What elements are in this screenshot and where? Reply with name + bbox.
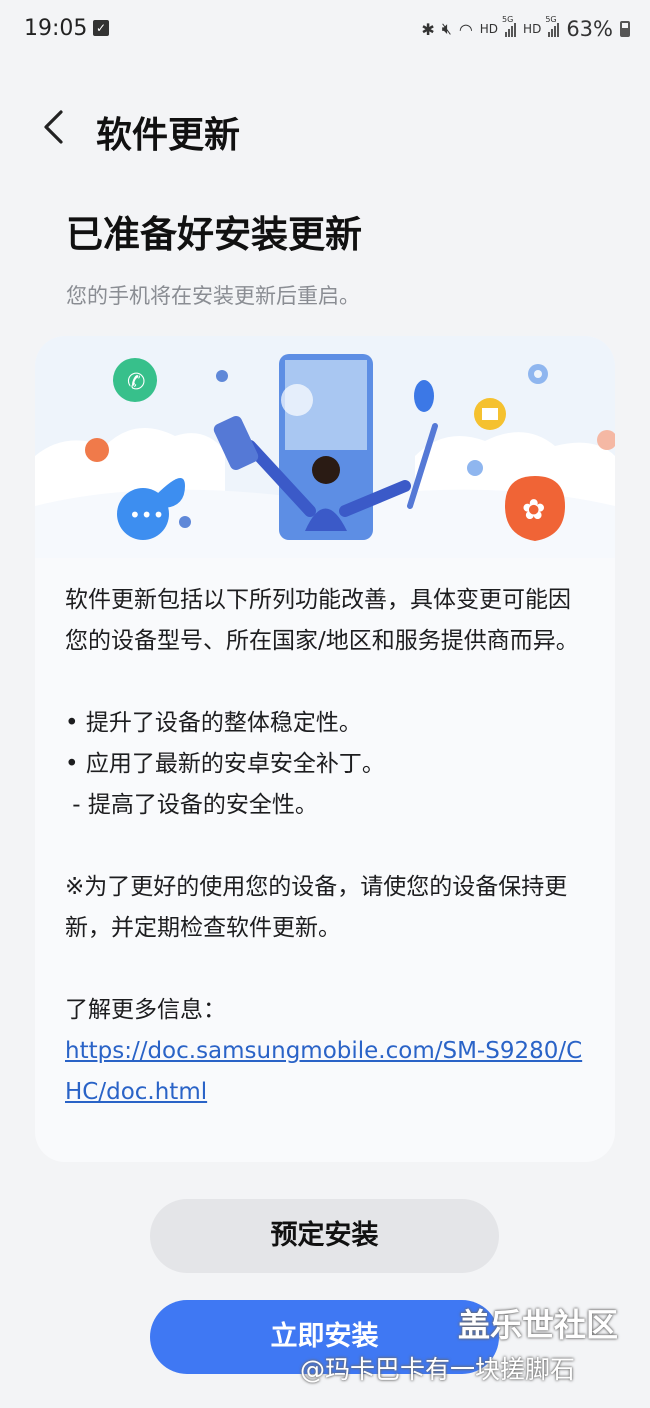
update-ready-heading: 已准备好安装更新 xyxy=(66,213,362,256)
update-illustration: ✆ ••• ✿ xyxy=(35,336,615,558)
watermark-title: 盖乐世社区 xyxy=(458,1306,619,1344)
notification-check-icon: ✓ xyxy=(93,20,109,36)
svg-text:✆: ✆ xyxy=(127,370,145,395)
more-info-link[interactable]: https://doc.samsungmobile.com/SM-S9280/C… xyxy=(65,1038,582,1105)
release-note-item: • 应用了最新的安卓安全补丁。 xyxy=(65,751,385,777)
app-bar: 软件更新 xyxy=(0,98,650,162)
signal-icon-1: 5G xyxy=(502,15,517,37)
svg-text:✿: ✿ xyxy=(522,493,545,526)
signal-5g-label-2: 5G xyxy=(545,15,557,24)
release-note-subitem: - 提高了设备的安全性。 xyxy=(65,792,318,818)
release-notes: 软件更新包括以下所列功能改善，具体变更可能因您的设备型号、所在国家/地区和服务提… xyxy=(65,580,590,1113)
bluetooth-icon: ✱ xyxy=(421,19,435,39)
release-note-item: • 提升了设备的整体稳定性。 xyxy=(65,710,362,736)
back-button[interactable] xyxy=(30,102,76,152)
status-icons: ✱ 🔇︎ ◠ HD 5G HD 5G 63% xyxy=(421,14,630,44)
svg-text:•••: ••• xyxy=(129,503,164,527)
hd-label-2: HD xyxy=(523,22,542,36)
page-title: 软件更新 xyxy=(96,115,241,156)
release-notes-intro: 软件更新包括以下所列功能改善，具体变更可能因您的设备型号、所在国家/地区和服务提… xyxy=(65,587,579,654)
signal-5g-label-1: 5G xyxy=(502,15,514,24)
battery-percent: 63% xyxy=(566,17,613,41)
watermark-user: @玛卡巴卡有一块搓脚石 xyxy=(300,1355,576,1384)
release-notes-note: ※为了更好的使用您的设备，请使您的设备保持更新，并定期检查软件更新。 xyxy=(65,874,568,941)
back-arrow-icon xyxy=(44,110,63,144)
schedule-install-button[interactable]: 预定安装 xyxy=(150,1199,499,1273)
restart-notice: 您的手机将在安装更新后重启。 xyxy=(66,284,360,308)
update-info-card: ✆ ••• ✿ 软件更新包括以下所列功能改善，具体变更可能因您的设备型号、所在国… xyxy=(35,336,615,1162)
wifi-icon: ◠ xyxy=(458,19,473,39)
signal-icon-2: 5G xyxy=(545,15,560,37)
status-bar: 19:05 ✓ ✱ 🔇︎ ◠ HD 5G HD 5G 63% xyxy=(0,0,650,62)
status-time: 19:05 xyxy=(24,16,88,41)
mute-icon: 🔇︎ xyxy=(441,19,452,38)
battery-icon xyxy=(620,21,630,37)
more-info-label: 了解更多信息： xyxy=(65,997,226,1023)
hd-label-1: HD xyxy=(479,22,499,36)
